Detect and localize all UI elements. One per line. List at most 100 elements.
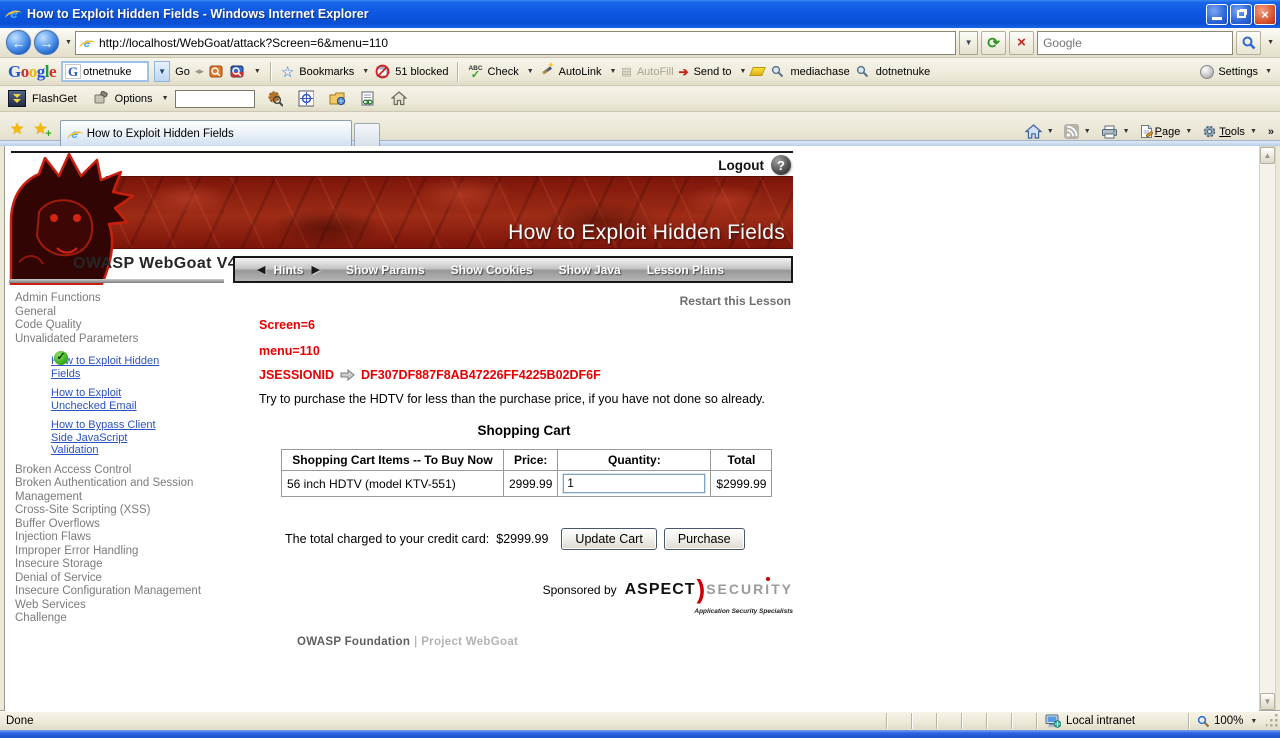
zoom-dropdown-icon[interactable]: ▼ <box>1250 718 1257 725</box>
scroll-up-icon[interactable]: ▲ <box>1260 147 1275 164</box>
print-dropdown-icon[interactable]: ▼ <box>1123 128 1130 135</box>
sidebar-lesson-js-validation[interactable]: How to Bypass Client Side JavaScript Val… <box>51 419 177 457</box>
search-box[interactable] <box>1037 30 1234 55</box>
owasp-foundation-link[interactable]: OWASP Foundation <box>297 636 410 648</box>
favorites-center-icon[interactable]: ★ <box>10 119 24 139</box>
search-input[interactable] <box>1043 35 1228 50</box>
search-go-button[interactable] <box>1236 30 1262 55</box>
stop-button[interactable]: × <box>1009 30 1035 55</box>
page-menu-button[interactable]: Page ▼ <box>1137 123 1196 140</box>
zoom-control[interactable]: 100% ▼ <box>1188 713 1266 729</box>
options-button[interactable]: Options <box>115 93 153 105</box>
google-search-dropdown-icon[interactable]: ▼ <box>154 61 171 82</box>
site-explorer-icon[interactable] <box>267 91 283 107</box>
restore-button[interactable] <box>1230 3 1252 25</box>
forward-button[interactable]: → <box>34 30 59 55</box>
address-bar[interactable]: e http://localhost/WebGoat/attack?Screen… <box>74 30 957 55</box>
address-url[interactable]: http://localhost/WebGoat/attack?Screen=6… <box>99 36 951 50</box>
sidebar-lesson-hidden-fields[interactable]: How to Exploit Hidden Fields <box>51 355 177 380</box>
sidebar-category[interactable]: Buffer Overflows <box>15 518 245 532</box>
flashget-button[interactable]: FlashGet <box>32 93 77 105</box>
column-header-items: Shopping Cart Items -- To Buy Now <box>281 449 504 471</box>
autolink-dropdown-icon[interactable]: ▼ <box>609 68 616 75</box>
menu-hints[interactable]: Hints <box>273 263 303 277</box>
popup-blocked-button[interactable]: 51 blocked <box>395 66 448 78</box>
window-title: How to Exploit Hidden Fields - Windows I… <box>27 7 369 21</box>
close-button[interactable]: × <box>1254 3 1276 25</box>
menu-show-params[interactable]: Show Params <box>346 263 425 277</box>
highlighter-icon[interactable] <box>749 67 767 76</box>
autolink-button[interactable]: AutoLink <box>559 66 602 78</box>
feeds-button[interactable]: ▼ <box>1061 123 1094 140</box>
restart-lesson-link[interactable]: Restart this Lesson <box>680 294 791 308</box>
sidebar-category[interactable]: General <box>15 306 245 320</box>
scroll-down-icon[interactable]: ▼ <box>1260 693 1275 710</box>
check-button[interactable]: Check <box>488 66 519 78</box>
sidebar-category[interactable]: Denial of Service <box>15 572 245 586</box>
sidebar-category[interactable]: Challenge <box>15 612 245 626</box>
check-dropdown-icon[interactable]: ▼ <box>527 68 534 75</box>
history-dropdown-icon[interactable]: ▼ <box>65 39 72 46</box>
settings-button[interactable]: Settings <box>1218 66 1258 78</box>
tools-menu-button[interactable]: Tools ▼ <box>1199 123 1260 140</box>
vertical-scrollbar[interactable]: ▲ ▼ <box>1259 146 1276 711</box>
send-to-button[interactable]: Send to <box>694 66 732 78</box>
site-search-icon-2[interactable] <box>230 64 246 80</box>
google-go-button[interactable]: Go <box>175 66 190 78</box>
address-dropdown-icon[interactable]: ▼ <box>959 30 979 55</box>
sidebar-category[interactable]: Unvalidated Parameters <box>15 333 245 347</box>
home-page-icon[interactable] <box>390 91 407 107</box>
flashget-input[interactable] <box>174 89 255 108</box>
menu-lesson-plans[interactable]: Lesson Plans <box>647 263 724 277</box>
sidebar-category[interactable]: Injection Flaws <box>15 531 245 545</box>
search-icon <box>1242 36 1255 49</box>
tab-active[interactable]: e How to Exploit Hidden Fields <box>59 120 352 146</box>
purchase-button[interactable]: Purchase <box>663 528 745 550</box>
sidebar-category[interactable]: Web Services <box>15 599 245 613</box>
home-dropdown-icon[interactable]: ▼ <box>1047 128 1054 135</box>
sidebar-lesson-unchecked-email[interactable]: How to Exploit Unchecked Email <box>51 387 177 412</box>
sidebar-category[interactable]: Cross-Site Scripting (XSS) <box>15 504 245 518</box>
hints-prev-icon[interactable]: ◀ <box>257 263 265 276</box>
project-webgoat-link[interactable]: Project WebGoat <box>421 636 518 648</box>
search-split-icon[interactable]: ◂▸ <box>195 66 204 77</box>
hints-next-icon[interactable]: ▶ <box>311 263 319 276</box>
page-dropdown-icon[interactable]: ▼ <box>1185 128 1192 135</box>
send-to-dropdown-icon[interactable]: ▼ <box>740 68 747 75</box>
tools-dropdown-icon[interactable]: ▼ <box>1250 128 1257 135</box>
print-button[interactable]: ▼ <box>1098 124 1133 140</box>
search-options-dropdown-icon[interactable]: ▼ <box>1267 39 1274 46</box>
site-search-icon-1[interactable] <box>209 64 225 80</box>
site-search-dropdown-icon[interactable]: ▼ <box>254 68 261 75</box>
toolbar-overflow-icon[interactable]: » <box>1268 126 1274 138</box>
new-tab-button[interactable] <box>353 123 380 146</box>
sidebar-category[interactable]: Code Quality <box>15 319 245 333</box>
dotnetnuke-button[interactable]: dotnetnuke <box>876 66 930 78</box>
sidebar-category[interactable]: Improper Error Handling <box>15 545 245 559</box>
update-cart-button[interactable]: Update Cart <box>561 528 657 550</box>
google-search-combo[interactable]: G <box>61 61 150 82</box>
sidebar-category[interactable]: Broken Authentication and Session Manage… <box>15 477 245 504</box>
minimize-button[interactable] <box>1206 3 1228 25</box>
google-search-input[interactable] <box>83 65 146 78</box>
page-links-icon[interactable] <box>360 91 376 107</box>
capture-target-icon[interactable] <box>298 90 314 107</box>
refresh-button[interactable]: ⟳ <box>981 30 1007 55</box>
resize-grip[interactable] <box>1265 713 1280 729</box>
back-button[interactable]: ← <box>6 30 31 55</box>
sidebar-category[interactable]: Insecure Storage <box>15 558 245 572</box>
quantity-input[interactable] <box>562 473 707 494</box>
bookmarks-dropdown-icon[interactable]: ▼ <box>362 68 369 75</box>
sidebar-category[interactable]: Admin Functions <box>15 292 245 306</box>
bookmarks-button[interactable]: Bookmarks <box>299 66 354 78</box>
options-dropdown-icon[interactable]: ▼ <box>162 95 169 102</box>
settings-dropdown-icon[interactable]: ▼ <box>1265 68 1272 75</box>
sidebar-category[interactable]: Broken Access Control <box>15 464 245 478</box>
menu-show-java[interactable]: Show Java <box>559 263 621 277</box>
mediachase-button[interactable]: mediachase <box>790 66 849 78</box>
sidebar-category[interactable]: Insecure Configuration Management <box>15 585 245 599</box>
add-favorite-icon[interactable]: ★ <box>33 119 52 140</box>
home-button[interactable]: ▼ <box>1022 123 1057 140</box>
menu-show-cookies[interactable]: Show Cookies <box>451 263 533 277</box>
download-folder-icon[interactable] <box>329 91 345 107</box>
